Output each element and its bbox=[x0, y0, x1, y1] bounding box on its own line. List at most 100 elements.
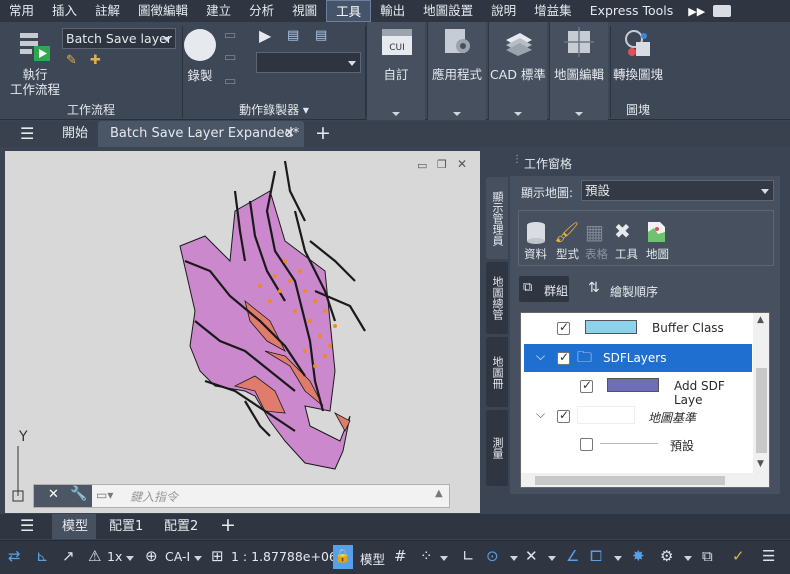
tab-survey[interactable]: 測量 bbox=[486, 410, 508, 486]
close-icon[interactable]: ✕ bbox=[284, 126, 295, 141]
record-label[interactable]: 錄製 bbox=[180, 65, 220, 84]
record-icon[interactable] bbox=[184, 29, 216, 61]
layer-row-sdf-group[interactable]: ⌵ 🗀 SDFLayers bbox=[524, 344, 752, 372]
base-point-icon[interactable]: ▭ bbox=[224, 74, 236, 89]
chevron-down-icon[interactable]: ⌵ bbox=[536, 349, 545, 364]
isolate-objects-icon[interactable]: ⧉ bbox=[702, 547, 713, 565]
menu-view[interactable]: 視圖 bbox=[283, 0, 326, 22]
run-workflow-label2[interactable]: 工作流程 bbox=[5, 79, 65, 98]
menu-create[interactable]: 建立 bbox=[197, 0, 240, 22]
map-icon[interactable] bbox=[646, 220, 666, 244]
polar-icon[interactable]: ⊙ bbox=[486, 547, 499, 565]
more-tabs-icon[interactable]: ▶▶ bbox=[688, 5, 705, 18]
menu-help[interactable]: 說明 bbox=[482, 0, 525, 22]
tab-start[interactable]: 開始 bbox=[62, 121, 88, 147]
chevron-down-icon[interactable] bbox=[614, 556, 622, 561]
hscroll-thumb[interactable] bbox=[535, 476, 725, 485]
display-map-combo[interactable]: 預設 bbox=[581, 180, 774, 201]
tab-active-doc[interactable]: Batch Save Layer Expanded* ✕ bbox=[98, 121, 304, 147]
draw-order-label[interactable]: 繪製順序 bbox=[610, 283, 658, 300]
workflow-combo[interactable]: Batch Save layer bbox=[62, 28, 176, 49]
quick-properties-icon[interactable]: ✓ bbox=[732, 547, 745, 565]
chevron-down-icon[interactable] bbox=[126, 556, 134, 561]
playback-manager-icon[interactable]: ▤ bbox=[315, 28, 327, 43]
tools-button-label[interactable]: 工具 bbox=[615, 246, 638, 262]
lineweight-icon[interactable]: ∠ bbox=[566, 547, 579, 565]
layer-visibility-checkbox[interactable] bbox=[580, 438, 593, 451]
new-workflow-icon[interactable]: ✚ bbox=[90, 53, 101, 68]
wrench-icon[interactable]: 🔧 bbox=[70, 486, 87, 502]
tool-cad-standards[interactable]: CAD 標準 bbox=[488, 22, 547, 120]
grid-icon[interactable]: # bbox=[394, 547, 407, 565]
scroll-thumb[interactable] bbox=[756, 368, 767, 453]
coords-icon[interactable]: ⇄ bbox=[8, 547, 21, 565]
table-button-label[interactable]: 表格 bbox=[585, 246, 608, 262]
menu-annotate[interactable]: 註解 bbox=[86, 0, 129, 22]
tab-layout2[interactable]: 配置2 bbox=[164, 514, 198, 539]
ribbon-minimize-button[interactable] bbox=[713, 5, 732, 17]
layer-visibility-checkbox[interactable] bbox=[557, 350, 570, 365]
selection-cycling-icon[interactable]: ⧠ bbox=[590, 547, 602, 565]
drawing-canvas[interactable]: ▭ ❐ ✕ Y bbox=[5, 151, 480, 513]
layer-row-buffer[interactable]: Buffer Class bbox=[524, 314, 752, 342]
draw-order-icon[interactable]: ⇅ bbox=[588, 280, 600, 296]
tab-map-explorer[interactable]: 地圖總管 bbox=[486, 262, 508, 334]
menu-output[interactable]: 輸出 bbox=[371, 0, 414, 22]
tab-display-manager[interactable]: 顯示管理員 bbox=[486, 177, 508, 259]
chevron-down-icon[interactable] bbox=[548, 556, 556, 561]
object-snap-tracking-icon[interactable]: ✕ bbox=[525, 547, 538, 565]
scale-factor[interactable]: 1x bbox=[107, 549, 122, 564]
tool-cui[interactable]: CUI 自訂 bbox=[366, 22, 425, 120]
menu-feature-edit[interactable]: 圖徵編輯 bbox=[129, 0, 197, 22]
gear-icon[interactable]: ⚙ bbox=[660, 547, 673, 565]
convert-block-icon[interactable] bbox=[622, 28, 654, 58]
layer-row-default[interactable]: 預設 bbox=[524, 430, 752, 458]
menu-analyze[interactable]: 分析 bbox=[240, 0, 283, 22]
map-button-label[interactable]: 地圖 bbox=[646, 246, 669, 262]
menu-map-setup[interactable]: 地圖設置 bbox=[414, 0, 482, 22]
globe-icon[interactable]: ⊕ bbox=[145, 547, 158, 565]
workflow-run-icon[interactable] bbox=[18, 30, 52, 62]
layer-visibility-checkbox[interactable] bbox=[557, 408, 570, 423]
palette-grip-icon[interactable]: ⋮ bbox=[512, 154, 522, 165]
chevron-up-icon[interactable]: ▲ bbox=[757, 315, 764, 325]
menu-addins[interactable]: 增益集 bbox=[525, 0, 581, 22]
play-icon[interactable]: ▶ bbox=[259, 26, 271, 45]
command-line[interactable]: ✕ 🔧 ▭▾ 鍵入指令 ▲ bbox=[33, 484, 450, 508]
recorder-panel-title[interactable]: 動作錄製器 ▾ bbox=[184, 101, 364, 119]
action-macro-combo[interactable] bbox=[256, 52, 361, 73]
new-tab-icon[interactable]: + bbox=[315, 122, 331, 144]
hamburger-icon[interactable]: ☰ bbox=[20, 516, 34, 535]
drawing-scale[interactable]: 1 : 1.87788e+06 bbox=[231, 549, 337, 564]
layer-row-add-sdf[interactable]: Add SDF Laye bbox=[524, 372, 752, 407]
tool-applications[interactable]: 應用程式 bbox=[427, 22, 486, 120]
request-input-icon[interactable]: ▭ bbox=[224, 50, 236, 65]
data-icon[interactable] bbox=[526, 221, 546, 245]
lock-icon[interactable]: 🔒 bbox=[333, 545, 353, 569]
hamburger-icon[interactable]: ☰ bbox=[20, 124, 34, 143]
menu-express-tools[interactable]: Express Tools bbox=[581, 0, 683, 22]
ortho-icon[interactable]: ∟ bbox=[462, 547, 475, 565]
chevron-down-icon[interactable]: ⌵ bbox=[536, 407, 545, 422]
chevron-down-icon[interactable] bbox=[510, 556, 518, 561]
close-icon[interactable]: ✕ bbox=[48, 487, 59, 502]
tab-map-book[interactable]: 地圖冊 bbox=[486, 337, 508, 407]
menu-tools[interactable]: 工具 bbox=[326, 0, 372, 22]
table-icon[interactable]: ▦ bbox=[585, 220, 604, 244]
data-button-label[interactable]: 資料 bbox=[524, 246, 547, 262]
cmd-input[interactable]: 鍵入指令 bbox=[130, 488, 178, 505]
message-icon[interactable]: ▭ bbox=[224, 28, 236, 43]
scale-icon[interactable]: ⊞ bbox=[211, 547, 224, 565]
dynamic-ucs-icon[interactable]: ↗ bbox=[62, 547, 75, 565]
edit-workflow-icon[interactable]: ✎ bbox=[66, 53, 77, 68]
annotation-visibility-icon[interactable]: ✸ bbox=[632, 547, 645, 565]
style-brush-icon[interactable]: 🖌 bbox=[554, 220, 579, 244]
tree-scrollbar[interactable]: ▲ ▼ bbox=[753, 313, 769, 473]
chevron-down-icon[interactable] bbox=[684, 556, 692, 561]
snap-grid-icon[interactable]: ⊾ bbox=[36, 547, 49, 565]
convert-block-label[interactable]: 轉換圖塊 bbox=[610, 64, 666, 83]
tab-layout1[interactable]: 配置1 bbox=[109, 514, 143, 539]
layer-row-map-base[interactable]: ⌵ 地圖基準 bbox=[524, 402, 752, 430]
annotation-scale-icon[interactable]: ⚠ bbox=[88, 547, 101, 565]
group-button[interactable]: ⧉ 群組 bbox=[519, 276, 569, 302]
